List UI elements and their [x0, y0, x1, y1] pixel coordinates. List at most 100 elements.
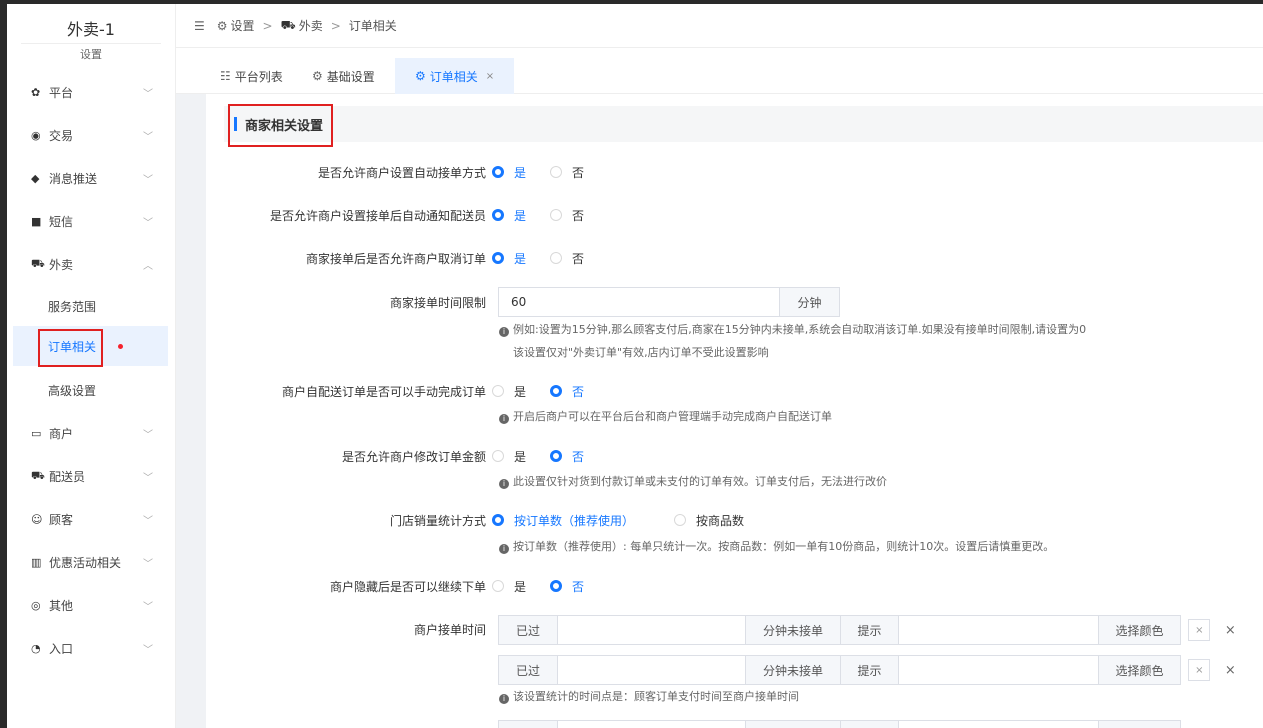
radio-yes[interactable]: 是	[492, 578, 526, 595]
push-icon: ◆	[31, 171, 40, 185]
minutes-input[interactable]	[558, 720, 746, 728]
info-icon: i	[499, 694, 509, 704]
radio-label: 否	[572, 251, 585, 266]
annotation-highlight-box	[38, 329, 103, 367]
transaction-icon: ◉	[31, 128, 41, 142]
breadcrumb-item-order: 订单相关	[348, 19, 397, 33]
radio-yes[interactable]: 是	[492, 164, 526, 181]
radio-circle	[550, 450, 563, 462]
tab-order-related[interactable]: ⚙ 订单相关 ×	[395, 58, 515, 94]
collapse-menu-icon[interactable]: ☰	[194, 19, 205, 33]
tip-input[interactable]	[899, 720, 1099, 728]
breadcrumb-item-settings[interactable]: 设置	[231, 17, 255, 34]
sidebar-item-label: 优惠活动相关	[49, 555, 122, 570]
tab-label: 基础设置	[326, 69, 375, 84]
delivery-icon: ⛟	[31, 256, 45, 270]
info-icon: i	[499, 414, 509, 424]
sidebar-item-entry[interactable]: ◔ 入口 ﹀	[7, 628, 176, 668]
radio-circle	[550, 166, 563, 178]
radio-yes[interactable]: 是	[492, 448, 526, 465]
form-label: 商家接单后是否允许商户取消订单	[305, 251, 486, 266]
breadcrumb: ☰ ⚙ 设置 > ⛟ 外卖 > 订单相关	[176, 4, 1263, 48]
hint-modify-amount: i 此设置仅针对货到付款订单或未支付的订单有效。订单支付后，无法进行改价	[499, 472, 887, 492]
sms-icon: ■	[31, 214, 42, 228]
form-row-modify-amount: 是否允许商户修改订单金额 是 否	[206, 446, 1263, 466]
tab-bar: ☷ 平台列表 ⚙ 基础设置 ⚙ 订单相关 ×	[176, 58, 1263, 94]
radio-no[interactable]: 否	[550, 164, 584, 181]
close-icon[interactable]: ×	[486, 71, 494, 82]
sidebar-item-merchant[interactable]: ▭ 商户 ﹀	[7, 413, 176, 453]
chevron-down-icon: ﹀	[143, 601, 153, 613]
form-row-cancel-after: 商家接单后是否允许商户取消订单 是 否	[206, 248, 1263, 268]
radio-no[interactable]: 否	[550, 448, 584, 465]
radio-circle	[492, 166, 504, 178]
sidebar-item-label: 顾客	[49, 512, 74, 527]
radio-label: 否	[572, 208, 585, 223]
hint-time-limit-1: i 例如:设置为15分钟,那么顾客支付后,商家在15分钟内未接单,系统会自动取消该…	[499, 320, 1086, 340]
sidebar-item-other[interactable]: ◎ 其他 ﹀	[7, 585, 176, 625]
prefix-addon	[498, 720, 558, 728]
gear-icon: ✿	[31, 85, 41, 99]
minutes-input[interactable]	[558, 655, 746, 685]
breadcrumb-item-delivery[interactable]: 外卖	[299, 17, 323, 34]
radio-no[interactable]: 否	[550, 578, 584, 595]
tip-input[interactable]	[899, 615, 1099, 645]
remove-row-icon[interactable]: ×	[1225, 623, 1236, 638]
brand: 外卖-1 设置	[7, 4, 175, 62]
hint-text: 按订单数（推荐使用）: 每单只统计一次。按商品数：例如一单有10份商品，则统计1…	[513, 540, 1055, 553]
tip-input[interactable]	[899, 655, 1099, 685]
sidebar-item-push[interactable]: ◆ 消息推送 ﹀	[7, 158, 176, 198]
radio-yes[interactable]: 是	[492, 250, 526, 267]
sidebar-item-delivery[interactable]: ⛟ 外卖 ︿	[7, 244, 176, 284]
tip-addon: 提示	[841, 655, 899, 685]
sidebar-subitem-service-area[interactable]: 服务范围	[7, 286, 176, 326]
sidebar-item-label: 平台	[49, 85, 74, 100]
minutes-input[interactable]	[558, 615, 746, 645]
sidebar-item-courier[interactable]: ⛟ 配送员 ﹀	[7, 456, 176, 496]
chevron-down-icon: ﹀	[143, 217, 153, 229]
sidebar-item-customer[interactable]: ☺ 顾客 ﹀	[7, 499, 176, 539]
hint-text: 开启后商户可以在平台后台和商户管理端手动完成商户自配送订单	[513, 410, 832, 423]
form-label: 商户自配送订单是否可以手动完成订单	[281, 384, 486, 399]
radio-circle	[492, 450, 504, 462]
sidebar-item-transaction[interactable]: ◉ 交易 ﹀	[7, 115, 176, 155]
remove-row-icon[interactable]: ×	[1225, 663, 1236, 678]
choose-color-button[interactable]	[1099, 720, 1181, 728]
radio-no[interactable]: 否	[550, 250, 584, 267]
form-row-sales-stat: 门店销量统计方式 按订单数（推荐使用） 按商品数	[206, 510, 1263, 530]
radio-no[interactable]: 否	[550, 383, 584, 400]
tab-platform-list[interactable]: ☷ 平台列表	[220, 58, 283, 94]
tab-basic-settings[interactable]: ⚙ 基础设置	[312, 58, 375, 94]
time-limit-input[interactable]: 60	[498, 287, 780, 317]
gift-icon: ▥	[31, 555, 42, 569]
sidebar-item-label: 配送员	[49, 469, 86, 484]
sidebar-subitem-advanced[interactable]: 高级设置	[7, 370, 176, 410]
choose-color-button[interactable]: 选择颜色	[1099, 655, 1181, 685]
form-label: 是否允许商户修改订单金额	[341, 449, 486, 464]
radio-label: 按商品数	[696, 513, 745, 528]
radio-no[interactable]: 否	[550, 207, 584, 224]
sidebar-item-label: 商户	[49, 426, 74, 441]
settings-icon: ⚙	[216, 18, 228, 33]
form-label: 门店销量统计方式	[389, 513, 486, 528]
choose-color-button[interactable]: 选择颜色	[1099, 615, 1181, 645]
radio-by-product[interactable]: 按商品数	[674, 512, 744, 529]
radio-yes[interactable]: 是	[492, 383, 526, 400]
sidebar-item-label: 入口	[49, 641, 74, 656]
sidebar-item-sms[interactable]: ■ 短信 ﹀	[7, 201, 176, 241]
hint-text: 此设置仅针对货到付款订单或未支付的订单有效。订单支付后，无法进行改价	[513, 475, 887, 488]
suffix-addon	[746, 720, 841, 728]
sidebar-item-promotions[interactable]: ▥ 优惠活动相关 ﹀	[7, 542, 176, 582]
chevron-down-icon: ﹀	[143, 558, 153, 570]
radio-yes[interactable]: 是	[492, 207, 526, 224]
clear-color-button[interactable]: ×	[1188, 659, 1211, 681]
radio-circle	[492, 209, 504, 221]
sidebar-item-platform[interactable]: ✿ 平台 ﹀	[7, 72, 176, 112]
radio-by-order[interactable]: 按订单数（推荐使用）	[492, 512, 634, 529]
clear-color-button[interactable]: ×	[1188, 619, 1211, 641]
radio-label: 否	[572, 449, 585, 464]
form-label: 是否允许商户设置接单后自动通知配送员	[269, 208, 486, 223]
hint-sales-stat: i 按订单数（推荐使用）: 每单只统计一次。按商品数：例如一单有10份商品，则统计…	[499, 537, 1054, 557]
notification-dot	[118, 343, 124, 349]
chevron-down-icon: ﹀	[143, 429, 153, 441]
